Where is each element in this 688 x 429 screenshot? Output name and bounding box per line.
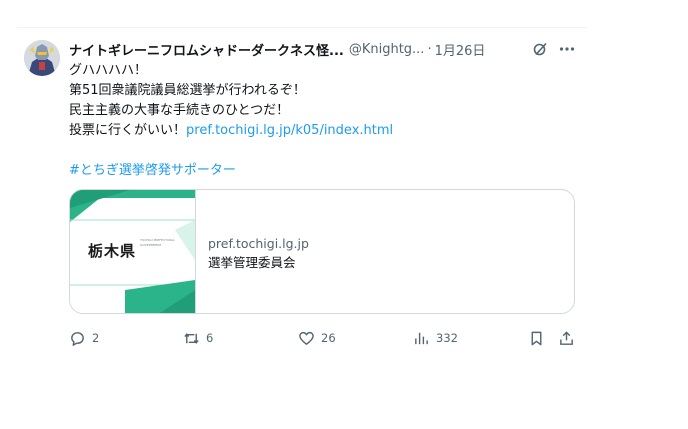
like-count: 26 bbox=[321, 331, 336, 345]
repost-icon bbox=[184, 332, 199, 344]
reply-icon bbox=[71, 331, 84, 346]
thumb-sublabel: TOCHIGI PREFECTURAL GOVERNMENT bbox=[140, 238, 175, 247]
share-button[interactable] bbox=[558, 328, 575, 348]
repost-count: 6 bbox=[206, 331, 214, 345]
link-card[interactable]: 栃木県 TOCHIGI PREFECTURAL GOVERNMENT pref.… bbox=[69, 189, 575, 314]
tweet-text: グハハハハ！ 第51回衆議院議員総選挙が行われるぞ！ 民主主義の大事な手続きのひ… bbox=[69, 61, 569, 181]
views-count: 332 bbox=[436, 331, 458, 345]
repost-button[interactable]: 6 bbox=[183, 328, 213, 348]
card-domain: pref.tochigi.lg.jp bbox=[208, 236, 309, 251]
more-icon[interactable] bbox=[558, 40, 576, 58]
card-title: 選挙管理委員会 bbox=[208, 255, 296, 270]
avatar-image bbox=[24, 40, 60, 76]
action-bar: 2 6 26 332 bbox=[69, 328, 581, 348]
display-name[interactable]: ナイトギレーニフロムシャドーダークネス怪... bbox=[69, 40, 344, 59]
bookmark-icon bbox=[531, 331, 542, 345]
tweet-line: 第51回衆議院議員総選挙が行われるぞ！ bbox=[69, 83, 306, 98]
reply-count: 2 bbox=[92, 331, 100, 345]
card-body: pref.tochigi.lg.jp 選挙管理委員会 bbox=[196, 190, 309, 313]
thumb-label: 栃木県 bbox=[88, 242, 137, 260]
tweet-line: グハハハハ！ bbox=[69, 63, 148, 78]
separator-dot: · bbox=[427, 41, 432, 57]
tweet-link[interactable]: pref.tochigi.lg.jp/k05/index.html bbox=[186, 123, 393, 138]
avatar[interactable] bbox=[24, 40, 60, 76]
share-icon bbox=[560, 330, 573, 345]
tweet-header: ナイトギレーニフロムシャドーダークネス怪... @Knightg... · 1月… bbox=[69, 40, 584, 59]
views-button[interactable]: 332 bbox=[413, 328, 458, 348]
like-button[interactable]: 26 bbox=[298, 328, 336, 348]
reply-button[interactable]: 2 bbox=[69, 328, 99, 348]
grok-icon[interactable] bbox=[532, 41, 548, 57]
tweet-line: 民主主義の大事な手続きのひとつだ！ bbox=[69, 103, 290, 118]
views-icon bbox=[415, 332, 428, 344]
heart-icon bbox=[299, 331, 314, 345]
tweet-line: 投票に行くがいい！pref.tochigi.lg.jp/k05/index.ht… bbox=[69, 121, 569, 141]
divider bbox=[17, 27, 587, 28]
user-handle[interactable]: @Knightg... bbox=[349, 42, 425, 57]
tweet-line-prefix: 投票に行くがいい！ bbox=[69, 123, 187, 138]
card-thumbnail: 栃木県 TOCHIGI PREFECTURAL GOVERNMENT bbox=[70, 190, 196, 313]
hashtag-link[interactable]: #とちぎ選挙啓発サポーター bbox=[69, 161, 569, 181]
tweet-date[interactable]: 1月26日 bbox=[435, 40, 486, 59]
bookmark-button[interactable] bbox=[528, 328, 545, 348]
